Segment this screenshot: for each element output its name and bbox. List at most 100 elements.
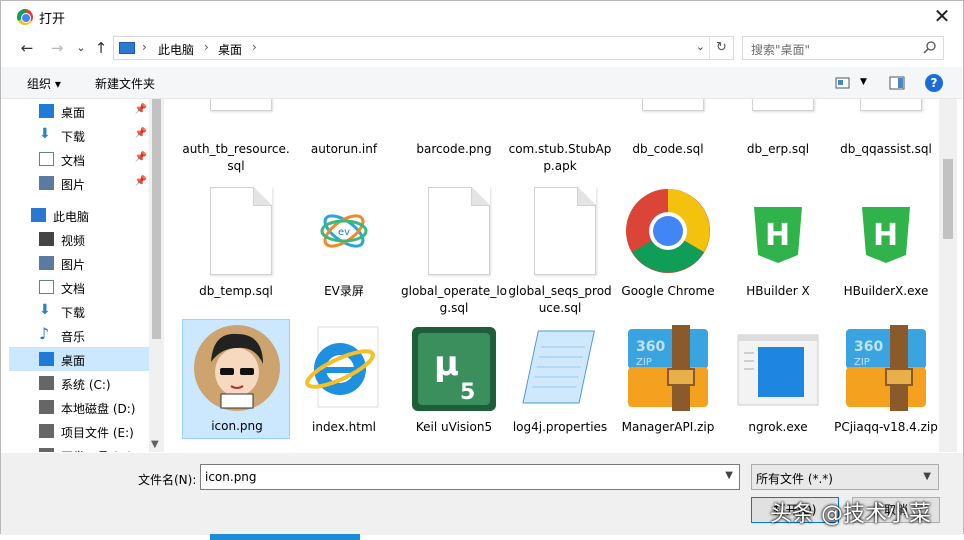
close-button[interactable]: ✕ [929,4,955,30]
file-thumbnail: 360 ZIP [624,323,712,417]
breadcrumb-separator[interactable]: › [142,40,147,54]
sidebar-item[interactable]: 桌面 [9,347,149,371]
file-thumbnail: H [734,185,822,279]
file-thumbnail [410,99,498,115]
sidebar-item[interactable]: 视频 [9,227,149,251]
file-item[interactable]: H HBuilderX.exe [832,183,939,303]
svg-text:H: H [765,218,790,253]
file-thumbnail [624,99,712,115]
desktop-icon [39,104,54,118]
file-item[interactable]: 360 ZIP ManagerAPI.zip [614,319,722,439]
video-icon [39,232,54,246]
music-icon: ♪ [39,324,50,343]
view-dropdown-icon[interactable]: ▼ [860,77,867,87]
sidebar-item[interactable]: 桌面 📌 [9,99,149,123]
sidebar-item-label: 图片 [61,178,86,192]
sidebar-item[interactable]: 图片 [9,251,149,275]
sidebar-item[interactable]: 文档 📌 [9,147,149,171]
file-item[interactable]: μ 5 Keil uVision5 [400,319,508,439]
up-button[interactable]: ↑ [91,38,111,58]
scrollbar-thumb[interactable] [152,99,161,339]
command-bar: 组织 ▾ 新建文件夹 ▼ ? [1,67,963,99]
file-item[interactable]: log4j.properties [506,319,614,439]
file-item[interactable]: db_temp.sql [182,183,290,303]
sidebar-item-label: 文档 [61,154,86,168]
scrollbar-thumb[interactable] [943,159,953,239]
new-folder-button[interactable]: 新建文件夹 [95,75,155,92]
breadcrumb-separator[interactable]: › [204,40,209,54]
preview-pane-icon[interactable] [889,76,905,90]
sidebar-item[interactable]: ⬇ 下载 📌 [9,123,149,147]
svg-text:H: H [873,218,898,253]
navigation-bar: ← → ⌄ ↑ › 此电脑 › 桌面 › ⌄ ↻ 搜索"桌面" [1,34,963,64]
drive-icon [39,424,54,438]
sidebar-item[interactable]: 项目文件 (E:) [9,419,149,443]
barcode-icon [410,99,498,115]
filename-input[interactable]: icon.png ▼ [200,464,740,490]
recent-locations-button[interactable]: ⌄ [71,38,91,58]
sidebar-item[interactable]: 开发工具 (F:) [9,443,149,452]
pin-icon[interactable]: 📌 [135,104,147,115]
filetype-select[interactable]: 所有文件 (*.*) ▼ [751,464,939,490]
file-item[interactable]: icon.png [182,319,290,439]
filename-value[interactable]: icon.png [205,470,257,484]
breadcrumb-this-pc[interactable]: 此电脑 [158,41,194,58]
ev-recorder-icon: ev [320,214,368,248]
sidebar-item[interactable]: 系统 (C:) [9,371,149,395]
address-dropdown-icon[interactable]: ⌄ [696,40,705,53]
picture-icon [39,256,54,270]
breadcrumb-desktop[interactable]: 桌面 [218,41,242,58]
document-icon [534,187,596,275]
document-icon [860,99,922,111]
pin-icon[interactable]: 📌 [135,152,147,163]
scroll-down-arrow-icon[interactable]: ▼ [151,439,159,450]
search-input[interactable]: 搜索"桌面" [751,41,810,58]
file-item[interactable]: Google Chrome [614,183,722,303]
pin-icon[interactable]: 📌 [135,128,147,139]
navigation-pane: 桌面 📌 ⬇ 下载 📌 文档 📌 图片 📌 此电脑 视频 图片 文档 ⬇ 下载 ♪ 音乐 桌面 系统 (C:) 本地磁… [9,99,164,452]
file-item[interactable]: index.html [290,319,398,439]
organize-button[interactable]: 组织 ▾ [27,75,61,92]
svg-text:ZIP: ZIP [854,357,870,368]
sidebar-item[interactable]: 本地磁盘 (D:) [9,395,149,419]
chevron-down-icon[interactable]: ▼ [923,471,931,482]
refresh-icon[interactable]: ↻ [709,37,733,59]
file-name: PCjiaqq-v18.4.zip [834,420,938,434]
file-list-scrollbar[interactable] [939,99,957,452]
file-name: Keil uVision5 [415,420,493,434]
sidebar-item[interactable]: ⬇ 下载 [9,299,149,323]
back-button[interactable]: ← [17,38,37,58]
file-item[interactable]: 360 ZIP PCjiaqq-v18.4.zip [832,319,939,439]
search-box[interactable]: 搜索"桌面" [742,36,944,60]
help-icon[interactable]: ? [925,74,943,92]
file-item[interactable]: global_seqs_produce.sql [506,183,614,315]
file-name: HBuilder X [746,284,810,298]
sidebar-item-label: 此电脑 [53,210,90,224]
sidebar-item[interactable]: 此电脑 [9,203,149,227]
file-name: Google Chrome [621,284,715,298]
file-item[interactable]: ev EV录屏 [290,183,398,303]
file-item[interactable]: H HBuilder X [724,183,832,303]
sidebar-item[interactable]: 图片 📌 [9,171,149,195]
sidebar-item[interactable]: 文档 [9,275,149,299]
file-name: auth_tb_resource.sql [182,142,290,173]
view-options-icon[interactable] [835,76,851,90]
pin-icon[interactable]: 📌 [135,176,147,187]
file-item[interactable]: global_operate_log.sql [400,183,508,315]
breadcrumb-separator[interactable]: › [252,40,257,54]
svg-text:μ: μ [434,344,459,384]
background-window-strip [210,534,360,540]
search-icon[interactable] [923,40,937,54]
sidebar-item[interactable]: ♪ 音乐 [9,323,149,347]
filetype-value[interactable]: 所有文件 (*.*) [756,470,833,487]
internet-explorer-icon [305,326,379,408]
chevron-down-icon[interactable]: ▼ [725,470,733,481]
navigation-scrollbar[interactable]: ▼ [149,99,164,452]
file-item[interactable]: ngrok.exe [724,319,832,439]
file-name: global_seqs_produce.sql [508,284,612,315]
sidebar-item-label: 本地磁盘 (D:) [61,402,136,416]
sidebar-item-label: 音乐 [61,330,86,344]
address-bar[interactable]: › 此电脑 › 桌面 › ⌄ ↻ [113,36,734,60]
computer-icon [31,208,46,222]
forward-button[interactable]: → [47,38,67,58]
